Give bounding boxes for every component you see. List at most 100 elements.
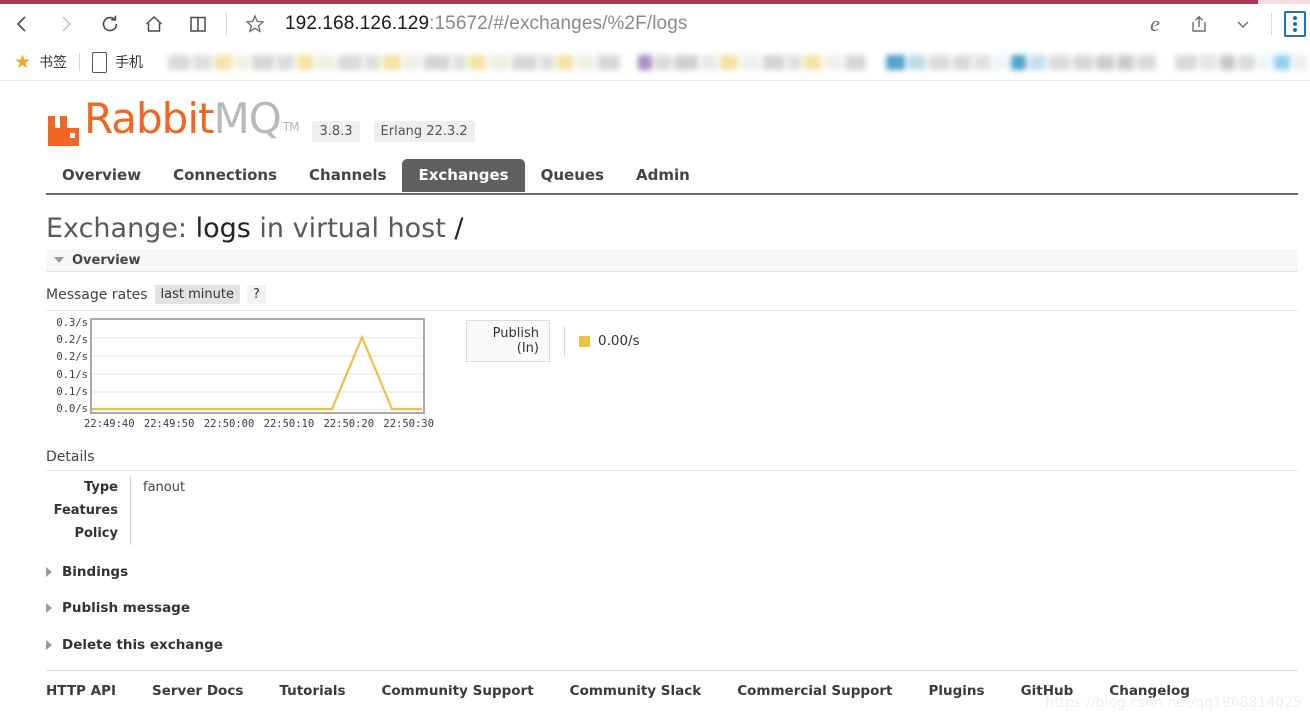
footer-link-community-support[interactable]: Community Support bbox=[382, 683, 534, 699]
tab-channels[interactable]: Channels bbox=[293, 159, 402, 192]
bookmark-item[interactable] bbox=[1219, 54, 1236, 70]
tab-admin[interactable]: Admin bbox=[620, 159, 706, 192]
bookmark-item[interactable] bbox=[277, 54, 295, 70]
chart-x-axis: 22:49:40 22:49:50 22:50:00 22:50:10 22:50:20… bbox=[84, 418, 434, 430]
mobile-bookmarks-label[interactable]: 手机 bbox=[115, 52, 143, 72]
blurred-bookmark-items[interactable] bbox=[168, 44, 1310, 80]
bookmark-item[interactable] bbox=[1011, 54, 1026, 70]
bookmark-item[interactable] bbox=[338, 54, 362, 70]
bookmark-item[interactable] bbox=[994, 54, 1009, 70]
footer-link-github[interactable]: GitHub bbox=[1021, 683, 1074, 699]
footer-link-tutorials[interactable]: Tutorials bbox=[279, 683, 345, 699]
bookmark-item[interactable] bbox=[1116, 54, 1134, 70]
bookmark-item[interactable] bbox=[1136, 54, 1157, 70]
chevron-down-icon[interactable] bbox=[1221, 4, 1265, 44]
series-toggle-publish-in[interactable]: Publish (In) bbox=[466, 320, 550, 362]
bookmark-item[interactable] bbox=[1274, 54, 1290, 70]
bookmark-item[interactable] bbox=[701, 54, 717, 70]
bookmark-item[interactable] bbox=[1200, 54, 1217, 70]
bookmark-item[interactable] bbox=[1073, 54, 1093, 70]
book-icon[interactable] bbox=[176, 4, 220, 44]
bookmark-item[interactable] bbox=[424, 54, 450, 70]
bookmark-item[interactable] bbox=[315, 54, 336, 70]
bookmark-item[interactable] bbox=[1258, 54, 1272, 70]
bookmark-item[interactable] bbox=[235, 54, 250, 70]
bookmark-item[interactable] bbox=[1095, 54, 1114, 70]
bookmark-item[interactable] bbox=[1292, 54, 1308, 70]
bookmark-item[interactable] bbox=[974, 54, 992, 70]
bookmark-item[interactable] bbox=[908, 54, 926, 70]
star-filled-icon[interactable]: ★ bbox=[14, 51, 31, 74]
footer-link-commercial-support[interactable]: Commercial Support bbox=[737, 683, 892, 699]
collapsible-bindings[interactable]: Bindings bbox=[46, 562, 1298, 582]
tab-overview[interactable]: Overview bbox=[46, 159, 157, 192]
home-icon[interactable] bbox=[132, 4, 176, 44]
bookmark-item[interactable] bbox=[488, 54, 510, 70]
bookmark-item[interactable] bbox=[404, 54, 421, 70]
bookmark-item[interactable] bbox=[953, 54, 972, 70]
extension-icon[interactable] bbox=[1284, 11, 1306, 37]
bookmark-item[interactable] bbox=[885, 54, 906, 70]
collapsible-delete-this-exchange[interactable]: Delete this exchange bbox=[46, 635, 1298, 655]
bookmark-item[interactable] bbox=[654, 54, 672, 70]
bookmark-item[interactable] bbox=[1238, 54, 1256, 70]
bookmark-item[interactable] bbox=[637, 54, 652, 70]
bookmark-item[interactable] bbox=[383, 54, 402, 70]
bookmark-item[interactable] bbox=[215, 54, 233, 70]
bookmark-item[interactable] bbox=[598, 54, 621, 70]
bookmark-item[interactable] bbox=[193, 54, 213, 70]
reload-icon[interactable] bbox=[88, 4, 132, 44]
bookmark-item[interactable] bbox=[623, 54, 635, 70]
bookmark-item[interactable] bbox=[364, 54, 381, 70]
bookmark-item[interactable] bbox=[719, 54, 738, 70]
tab-exchanges[interactable]: Exchanges bbox=[402, 159, 525, 192]
footer-link-http-api[interactable]: HTTP API bbox=[46, 683, 116, 699]
forward-chevron-icon[interactable] bbox=[44, 4, 88, 44]
help-icon[interactable]: ? bbox=[246, 285, 266, 304]
bookmarks-label[interactable]: 书签 bbox=[39, 52, 67, 72]
bookmark-item[interactable] bbox=[763, 54, 786, 70]
chart-y-tick: 0.1/s bbox=[56, 385, 88, 398]
footer-link-community-slack[interactable]: Community Slack bbox=[570, 683, 702, 699]
bookmark-item[interactable] bbox=[740, 54, 761, 70]
footer-link-server-docs[interactable]: Server Docs bbox=[152, 683, 243, 699]
tab-queues[interactable]: Queues bbox=[525, 159, 620, 192]
overview-section-header[interactable]: Overview bbox=[46, 249, 1298, 272]
bookmark-item[interactable] bbox=[928, 54, 951, 70]
tab-connections[interactable]: Connections bbox=[157, 159, 293, 192]
footer-link-plugins[interactable]: Plugins bbox=[928, 683, 984, 699]
bookmark-item[interactable] bbox=[452, 54, 466, 70]
bookmark-item[interactable] bbox=[788, 54, 802, 70]
collapsible-label: Bindings bbox=[62, 564, 129, 580]
bookmark-item[interactable] bbox=[674, 54, 699, 70]
bookmark-item[interactable] bbox=[557, 54, 573, 70]
back-chevron-icon[interactable] bbox=[0, 4, 44, 44]
details-key: Policy bbox=[74, 526, 118, 541]
bookmark-item[interactable] bbox=[252, 54, 275, 70]
chart-x-tick: 22:50:00 bbox=[203, 418, 255, 430]
bookmark-item[interactable] bbox=[1028, 54, 1046, 70]
bookmark-item[interactable] bbox=[468, 54, 486, 70]
bookmark-item[interactable] bbox=[845, 54, 866, 70]
footer-link-changelog[interactable]: Changelog bbox=[1109, 683, 1190, 699]
details-value bbox=[130, 522, 310, 545]
address-bar[interactable]: 192.168.126.129:15672/#/exchanges/%2F/lo… bbox=[277, 4, 1133, 44]
rabbitmq-logo[interactable]: RabbitMQ TM 3.8.3 Erlang 22.3.2 bbox=[46, 98, 475, 148]
edge-logo-icon[interactable]: e bbox=[1133, 4, 1177, 44]
bookmark-item[interactable] bbox=[539, 54, 555, 70]
bookmark-item[interactable] bbox=[512, 54, 537, 70]
collapsible-publish-message[interactable]: Publish message bbox=[46, 598, 1298, 618]
star-outline-icon[interactable] bbox=[233, 4, 277, 44]
bookmark-item[interactable] bbox=[823, 54, 843, 70]
bookmark-item[interactable] bbox=[297, 54, 313, 70]
time-range-selector[interactable]: last minute bbox=[154, 285, 240, 304]
bookmark-item[interactable] bbox=[868, 54, 883, 70]
bookmark-item[interactable] bbox=[168, 54, 190, 70]
chart-y-tick: 0.2/s bbox=[56, 351, 88, 364]
bookmark-item[interactable] bbox=[804, 54, 821, 70]
bookmark-item[interactable] bbox=[1175, 54, 1198, 70]
bookmark-item[interactable] bbox=[575, 54, 596, 70]
share-icon[interactable] bbox=[1177, 4, 1221, 44]
bookmark-item[interactable] bbox=[1159, 54, 1173, 70]
bookmark-item[interactable] bbox=[1048, 54, 1071, 70]
